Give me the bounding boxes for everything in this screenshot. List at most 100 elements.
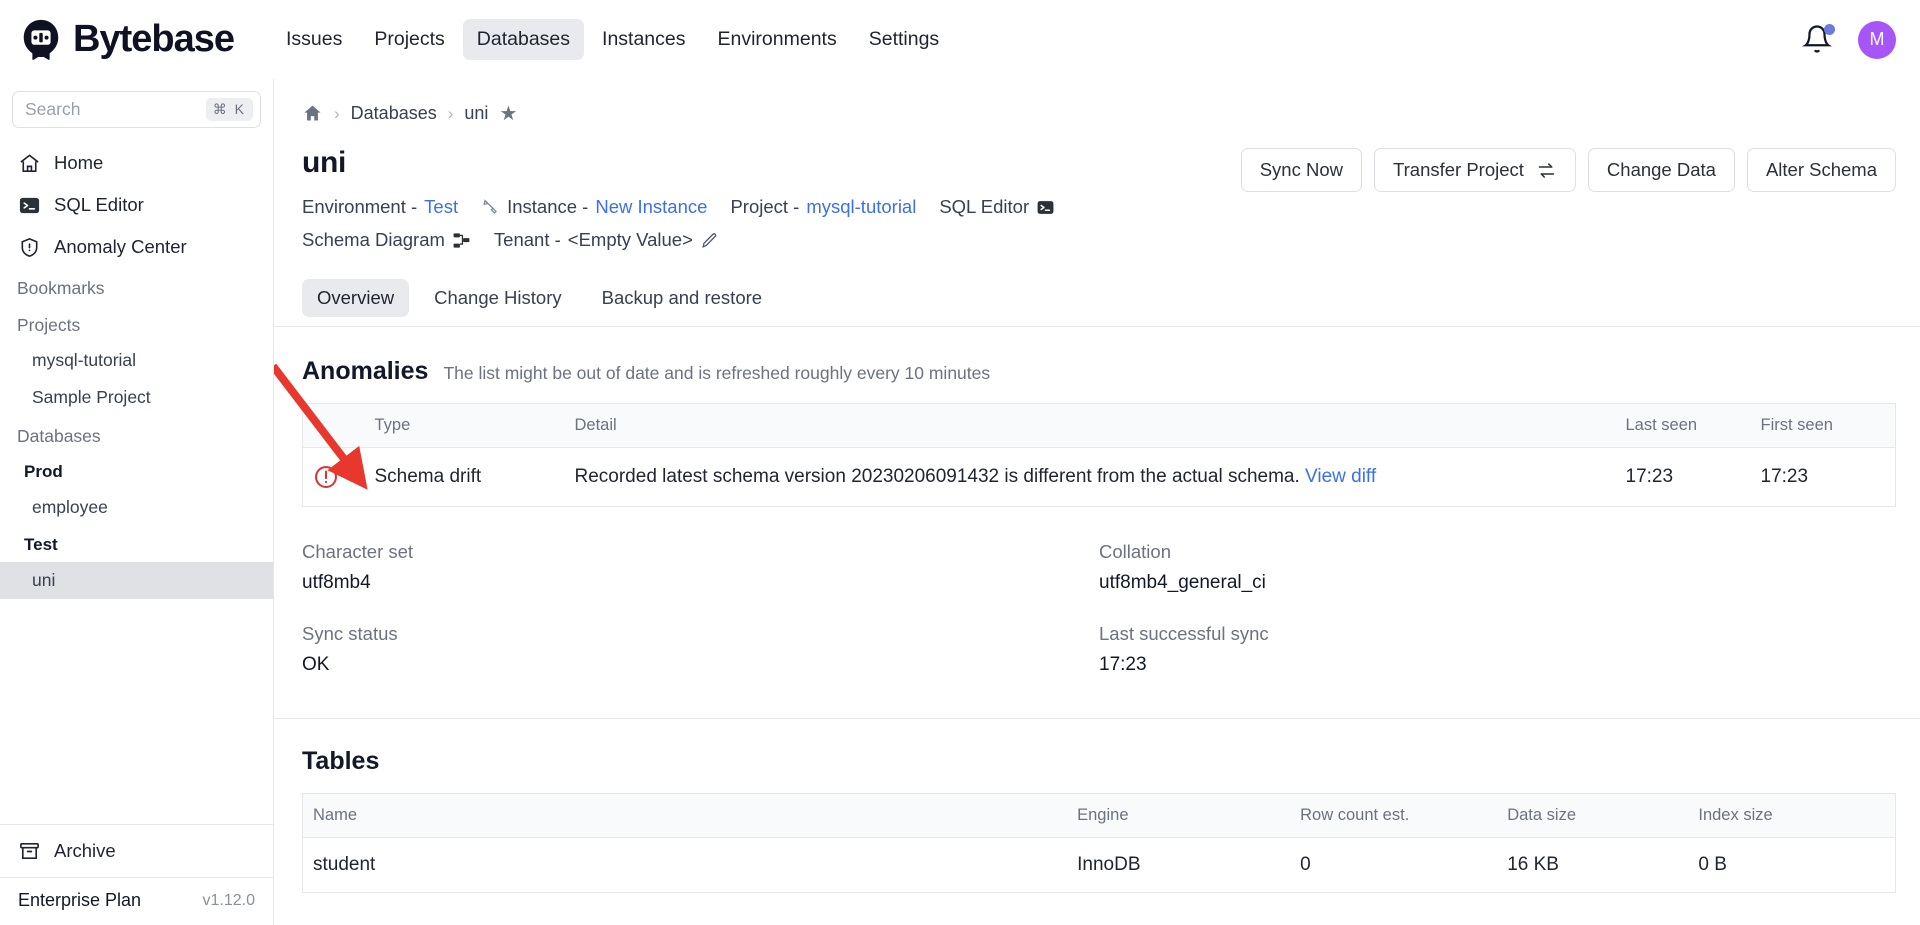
sync-now-button[interactable]: Sync Now [1240, 148, 1362, 192]
detail-character-set: Character set utf8mb4 [302, 541, 1099, 594]
search-shortcut-badge: ⌘ K [205, 98, 253, 121]
meta-environment: Environment - Test [302, 193, 458, 221]
meta-project-value[interactable]: mysql-tutorial [806, 193, 916, 221]
change-data-label: Change Data [1606, 159, 1716, 180]
sidebar-item-sql-editor[interactable]: SQL Editor [0, 184, 273, 226]
meta-project: Project - mysql-tutorial [730, 193, 916, 221]
detail-label: Character set [302, 541, 414, 562]
breadcrumb: › Databases › uni ★ [302, 101, 1896, 126]
table-engine: InnoDB [1067, 837, 1291, 893]
home-icon [17, 151, 41, 175]
alter-schema-button[interactable]: Alter Schema [1746, 148, 1896, 192]
meta-instance: Instance - New Instance [481, 193, 707, 221]
change-data-button[interactable]: Change Data [1587, 148, 1735, 192]
nav-item-projects[interactable]: Projects [360, 19, 458, 60]
view-diff-link[interactable]: View diff [1305, 466, 1376, 487]
col-last-seen: Last seen [1615, 403, 1751, 448]
sidebar-scroll: Search ⌘ K Home SQL Editor Anomaly Cente… [0, 79, 273, 824]
anomalies-table: Type Detail Last seen First seen Schema … [302, 403, 1896, 507]
breadcrumb-separator: › [447, 103, 454, 123]
table-row-count: 0 [1290, 837, 1498, 893]
sidebar-item-archive[interactable]: Archive [0, 825, 273, 877]
home-icon[interactable] [302, 103, 323, 124]
transfer-project-button[interactable]: Transfer Project [1374, 148, 1576, 192]
table-row[interactable]: Schema drift Recorded latest schema vers… [302, 447, 1896, 507]
meta-instance-value[interactable]: New Instance [595, 193, 707, 221]
pencil-icon[interactable] [700, 231, 719, 250]
tab-overview[interactable]: Overview [302, 279, 410, 317]
sidebar-env-group-test: Test [24, 535, 58, 554]
brand-logo[interactable]: Bytebase [18, 17, 235, 63]
section-divider [274, 718, 1920, 719]
detail-value: 17:23 [1099, 654, 1147, 675]
col-first-seen: First seen [1750, 403, 1896, 448]
search-input[interactable]: Search ⌘ K [12, 91, 261, 128]
sidebar-section-projects: Projects [17, 315, 81, 335]
col-data-size: Data size [1497, 793, 1689, 838]
tables-title: Tables [302, 747, 380, 775]
nav-item-issues[interactable]: Issues [272, 19, 356, 60]
nav-item-instances[interactable]: Instances [588, 19, 699, 60]
nav-item-settings[interactable]: Settings [855, 19, 953, 60]
database-meta: Environment - Test Instance - New Instan… [302, 193, 1055, 254]
meta-tenant: Tenant - <Empty Value> [494, 226, 719, 254]
tab-bar: Overview Change History Backup and resto… [302, 279, 1896, 317]
detail-value: utf8mb4_general_ci [1099, 572, 1266, 593]
sidebar-project-sample-project[interactable]: Sample Project [0, 379, 273, 416]
meta-tenant-value: <Empty Value> [567, 229, 693, 250]
avatar[interactable]: M [1858, 20, 1896, 59]
meta-sql-editor[interactable]: SQL Editor [939, 193, 1055, 221]
archive-icon [17, 839, 41, 863]
sidebar-project-mysql-tutorial[interactable]: mysql-tutorial [0, 342, 273, 379]
sidebar-database-uni[interactable]: uni [0, 562, 273, 599]
plan-version: v1.12.0 [202, 891, 255, 909]
nav-item-databases[interactable]: Databases [462, 19, 585, 60]
meta-instance-label: Instance - [507, 196, 589, 217]
shield-alert-icon [17, 235, 41, 259]
plan-row[interactable]: Enterprise Plan v1.12.0 [0, 877, 273, 925]
alter-schema-label: Alter Schema [1765, 159, 1877, 180]
breadcrumb-item-databases[interactable]: Databases [351, 103, 437, 124]
meta-environment-value[interactable]: Test [424, 193, 458, 221]
database-header-left: uni Environment - Test Instance - New In… [302, 146, 1055, 254]
col-name: Name [302, 793, 1068, 838]
nav-item-environments[interactable]: Environments [704, 19, 851, 60]
page-title: uni [302, 146, 347, 179]
sidebar-item-anomaly-center[interactable]: Anomaly Center [0, 226, 273, 268]
sync-now-label: Sync Now [1259, 159, 1343, 180]
plan-name: Enterprise Plan [18, 890, 142, 910]
sidebar-item-home[interactable]: Home [0, 142, 273, 184]
col-index-size: Index size [1688, 793, 1896, 838]
table-name[interactable]: student [302, 837, 1068, 893]
sidebar-section-databases: Databases [17, 426, 101, 446]
transfer-icon [1536, 160, 1557, 181]
detail-value: OK [302, 654, 330, 675]
notifications-button[interactable] [1802, 23, 1835, 56]
instance-icon [481, 198, 500, 217]
anomaly-type: Schema drift [364, 447, 565, 507]
star-icon[interactable]: ★ [499, 101, 517, 126]
details-left-column: Character set utf8mb4 Sync status OK [302, 541, 1099, 676]
database-meta-line-1: Environment - Test Instance - New Instan… [302, 193, 1055, 221]
detail-label: Last successful sync [1099, 623, 1269, 644]
terminal-icon [1036, 198, 1055, 217]
meta-tenant-label: Tenant - [493, 229, 561, 250]
table-header-row: Type Detail Last seen First seen [302, 403, 1896, 448]
breadcrumb-item-uni: uni [464, 103, 489, 123]
tab-change-history[interactable]: Change History [419, 279, 577, 317]
tab-backup-and-restore[interactable]: Backup and restore [587, 279, 777, 317]
sidebar-item-label: Archive [54, 840, 116, 861]
main-inner: › Databases › uni ★ uni Environment - Te… [274, 79, 1920, 893]
sidebar-database-employee[interactable]: employee [0, 489, 273, 526]
sidebar-item-label: Anomaly Center [54, 236, 187, 257]
col-type: Type [364, 403, 565, 448]
anomaly-detail-text: Recorded latest schema version 202302060… [574, 466, 1300, 487]
meta-schema-diagram[interactable]: Schema Diagram [302, 226, 471, 254]
search-placeholder: Search [25, 99, 81, 119]
notification-dot [1824, 23, 1835, 35]
col-row-count: Row count est. [1290, 793, 1498, 838]
details-right-column: Collation utf8mb4_general_ci Last succes… [1099, 541, 1896, 676]
table-row[interactable]: student InnoDB 0 16 KB 0 B [302, 837, 1896, 893]
database-actions: Sync Now Transfer Project Change Data Al… [1240, 146, 1896, 192]
top-bar: Bytebase Issues Projects Databases Insta… [0, 0, 1920, 79]
